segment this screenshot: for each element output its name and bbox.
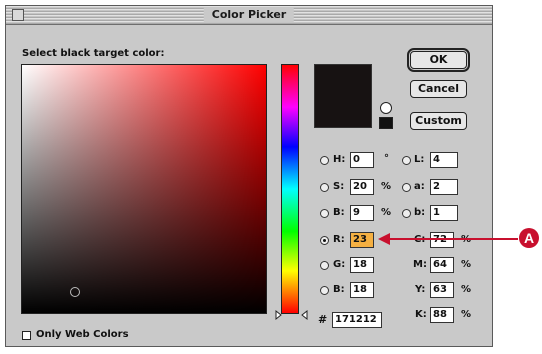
title-bar[interactable]: Color Picker (6, 6, 492, 25)
ok-button[interactable]: OK (407, 48, 470, 72)
hue-slider-arrows[interactable] (272, 309, 312, 321)
magenta-unit: % (461, 259, 472, 270)
radio-red[interactable] (320, 236, 329, 245)
red-label: R: (333, 234, 345, 245)
lab-a-label: a: (414, 181, 425, 192)
radio-brightness[interactable] (320, 209, 329, 218)
black-unit: % (461, 309, 472, 320)
brightness-unit: % (381, 207, 392, 218)
yellow-label: Y: (415, 284, 426, 295)
saturation-label: S: (333, 181, 345, 192)
lab-b-label: b: (414, 207, 426, 218)
hue-arrow-right-icon (301, 309, 308, 321)
only-web-colors-label: Only Web Colors (36, 329, 129, 340)
radio-blue[interactable] (320, 286, 329, 295)
hex-label: # (318, 313, 328, 326)
radio-lab-b[interactable] (402, 209, 411, 218)
yellow-unit: % (461, 284, 472, 295)
brightness-label: B: (333, 207, 345, 218)
hue-label: H: (333, 154, 346, 165)
gamut-warning-icon[interactable] (380, 102, 392, 114)
arrow-head-icon (378, 233, 390, 245)
field-picker-circle[interactable] (70, 287, 80, 297)
lab-b-field[interactable]: 1 (430, 205, 458, 221)
radio-lab-l[interactable] (402, 156, 411, 165)
red-field[interactable]: 23 (350, 232, 374, 248)
radio-green[interactable] (320, 261, 329, 270)
current-color-swatch (314, 64, 372, 128)
close-box[interactable] (12, 9, 24, 21)
magenta-field[interactable]: 64 (430, 257, 454, 273)
only-web-colors-checkbox[interactable] (22, 331, 31, 340)
hue-field[interactable]: 0 (350, 152, 374, 168)
black-label: K: (415, 309, 427, 320)
radio-hue[interactable] (320, 156, 329, 165)
lab-l-label: L: (414, 154, 425, 165)
saturation-unit: % (381, 181, 392, 192)
radio-lab-a[interactable] (402, 183, 411, 192)
callout-arrow (378, 233, 518, 245)
callout-badge: A (519, 228, 539, 248)
prompt-label: Select black target color: (22, 48, 165, 59)
custom-button[interactable]: Custom (410, 112, 467, 130)
hue-unit: ° (384, 153, 389, 164)
lab-a-field[interactable]: 2 (430, 179, 458, 195)
green-label: G: (333, 259, 346, 270)
window-title: Color Picker (203, 7, 295, 22)
yellow-field[interactable]: 63 (430, 282, 454, 298)
lab-l-field[interactable]: 4 (430, 152, 458, 168)
brightness-field[interactable]: 9 (350, 205, 374, 221)
color-field[interactable] (21, 64, 267, 314)
hex-field[interactable]: 171212 (332, 312, 382, 328)
hue-slider[interactable] (281, 64, 299, 314)
hue-arrow-left-icon (275, 309, 282, 321)
gamut-swatch[interactable] (379, 117, 393, 129)
cancel-button[interactable]: Cancel (410, 80, 467, 98)
saturation-field[interactable]: 20 (350, 179, 374, 195)
black-field[interactable]: 88 (430, 307, 454, 323)
blue-field[interactable]: 18 (350, 282, 374, 298)
radio-saturation[interactable] (320, 183, 329, 192)
blue-label: B: (333, 284, 345, 295)
green-field[interactable]: 18 (350, 257, 374, 273)
magenta-label: M: (413, 259, 427, 270)
